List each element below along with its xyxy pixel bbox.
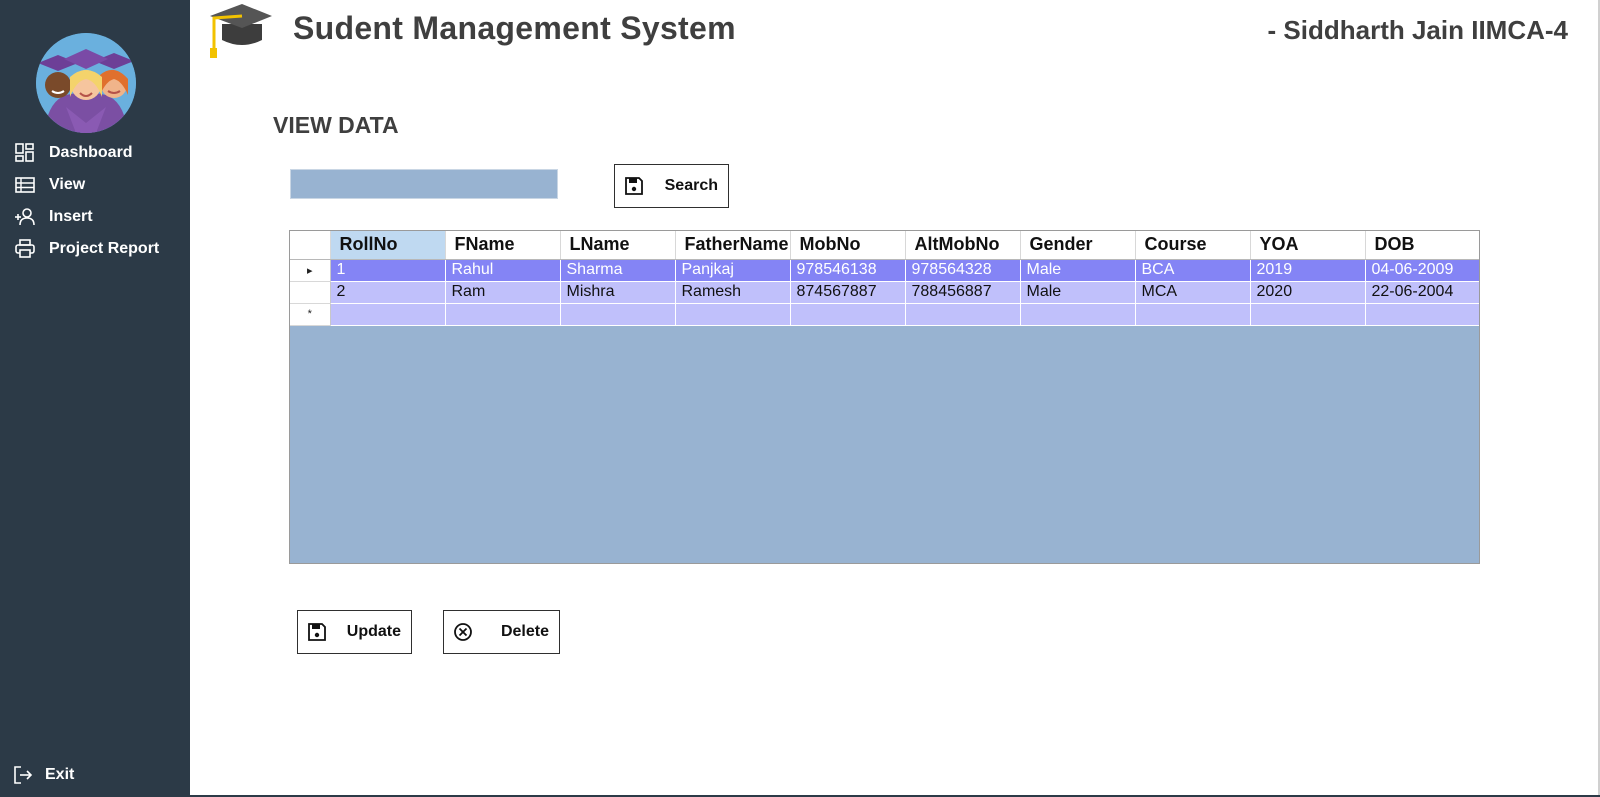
column-header[interactable]: MobNo bbox=[790, 231, 906, 260]
table-cell[interactable] bbox=[1135, 303, 1251, 326]
printer-icon bbox=[12, 238, 38, 260]
data-grid[interactable]: RollNo FName LName FatherName MobNo AltM… bbox=[289, 230, 1480, 564]
dashboard-icon bbox=[12, 142, 38, 164]
sidebar-item-label: Insert bbox=[49, 208, 93, 225]
table-cell[interactable] bbox=[1250, 303, 1366, 326]
app-title: Sudent Management System bbox=[293, 10, 736, 46]
author-label: - Siddharth Jain IIMCA-4 bbox=[1267, 15, 1568, 45]
table-cell[interactable]: 2019 bbox=[1250, 259, 1366, 282]
add-user-icon bbox=[12, 206, 38, 228]
table-cell[interactable]: Sharma bbox=[560, 259, 676, 282]
table-cell[interactable]: 978564328 bbox=[905, 259, 1021, 282]
student-table: RollNo FName LName FatherName MobNo AltM… bbox=[290, 231, 1479, 326]
table-cell[interactable]: 2 bbox=[330, 281, 446, 304]
delete-button-label: Delete bbox=[500, 623, 549, 640]
table-cell[interactable] bbox=[675, 303, 791, 326]
column-header[interactable]: YOA bbox=[1250, 231, 1366, 260]
table-cell[interactable]: Mishra bbox=[560, 281, 676, 304]
table-cell[interactable] bbox=[790, 303, 906, 326]
sidebar: Dashboard View Insert Project Report Exi… bbox=[0, 0, 190, 797]
table-cell[interactable]: Male bbox=[1020, 281, 1136, 304]
table-cell[interactable]: 788456887 bbox=[905, 281, 1021, 304]
table-cell[interactable]: BCA bbox=[1135, 259, 1251, 282]
column-header[interactable]: Gender bbox=[1020, 231, 1136, 260]
exit-button[interactable]: Exit bbox=[12, 763, 74, 787]
table-cell[interactable]: Ram bbox=[445, 281, 561, 304]
column-header[interactable]: FName bbox=[445, 231, 561, 260]
page-title: VIEW DATA bbox=[273, 112, 399, 138]
row-selector[interactable] bbox=[290, 281, 331, 304]
graduation-cap-icon bbox=[208, 2, 274, 58]
sidebar-item-dashboard[interactable]: Dashboard bbox=[12, 141, 133, 165]
search-button[interactable]: Search bbox=[614, 164, 729, 208]
exit-icon bbox=[12, 764, 36, 786]
sidebar-item-project-report[interactable]: Project Report bbox=[12, 237, 159, 261]
column-header[interactable]: Course bbox=[1135, 231, 1251, 260]
list-icon bbox=[12, 174, 38, 196]
column-header[interactable]: LName bbox=[560, 231, 676, 260]
exit-label: Exit bbox=[45, 766, 75, 783]
table-cell[interactable]: 04-06-2009 bbox=[1365, 259, 1479, 282]
table-row[interactable]: ▸ 1 Rahul Sharma Panjkaj 978546138 97856… bbox=[290, 259, 1479, 282]
close-circle-icon bbox=[453, 622, 473, 642]
search-button-label: Search bbox=[664, 177, 718, 194]
sidebar-item-view[interactable]: View bbox=[12, 173, 85, 197]
table-cell[interactable]: Rahul bbox=[445, 259, 561, 282]
table-cell[interactable]: 2020 bbox=[1250, 281, 1366, 304]
sidebar-item-label: View bbox=[49, 176, 86, 193]
table-cell[interactable]: MCA bbox=[1135, 281, 1251, 304]
column-header[interactable]: DOB bbox=[1365, 231, 1479, 260]
table-cell[interactable]: 1 bbox=[330, 259, 446, 282]
table-cell[interactable] bbox=[905, 303, 1021, 326]
table-cell[interactable]: 22-06-2004 bbox=[1365, 281, 1479, 304]
table-cell[interactable]: Ramesh bbox=[675, 281, 791, 304]
table-cell[interactable] bbox=[1365, 303, 1479, 326]
column-header[interactable]: FatherName bbox=[675, 231, 791, 260]
column-header[interactable]: AltMobNo bbox=[905, 231, 1021, 260]
search-input[interactable] bbox=[290, 169, 558, 199]
grid-corner bbox=[290, 231, 331, 260]
table-cell[interactable]: 874567887 bbox=[790, 281, 906, 304]
update-button-label: Update bbox=[346, 623, 401, 640]
sidebar-item-label: Project Report bbox=[49, 240, 160, 257]
sidebar-item-label: Dashboard bbox=[49, 144, 133, 161]
table-cell[interactable] bbox=[1020, 303, 1136, 326]
table-row[interactable]: 2 Ram Mishra Ramesh 874567887 788456887 … bbox=[290, 281, 1479, 304]
update-button[interactable]: Update bbox=[297, 610, 412, 654]
column-header[interactable]: RollNo bbox=[330, 231, 446, 260]
sidebar-item-insert[interactable]: Insert bbox=[12, 205, 93, 229]
new-row[interactable]: * bbox=[290, 303, 1479, 326]
table-cell[interactable]: Male bbox=[1020, 259, 1136, 282]
save-icon bbox=[624, 176, 644, 196]
table-cell[interactable]: 978546138 bbox=[790, 259, 906, 282]
table-cell[interactable]: Panjkaj bbox=[675, 259, 791, 282]
save-icon bbox=[307, 622, 327, 642]
table-cell[interactable] bbox=[330, 303, 446, 326]
table-header-row: RollNo FName LName FatherName MobNo AltM… bbox=[290, 231, 1479, 260]
row-selector[interactable]: ▸ bbox=[290, 259, 331, 282]
delete-button[interactable]: Delete bbox=[443, 610, 560, 654]
table-cell[interactable] bbox=[560, 303, 676, 326]
new-row-marker[interactable]: * bbox=[290, 303, 331, 326]
students-avatar-logo bbox=[36, 33, 136, 133]
table-cell[interactable] bbox=[445, 303, 561, 326]
